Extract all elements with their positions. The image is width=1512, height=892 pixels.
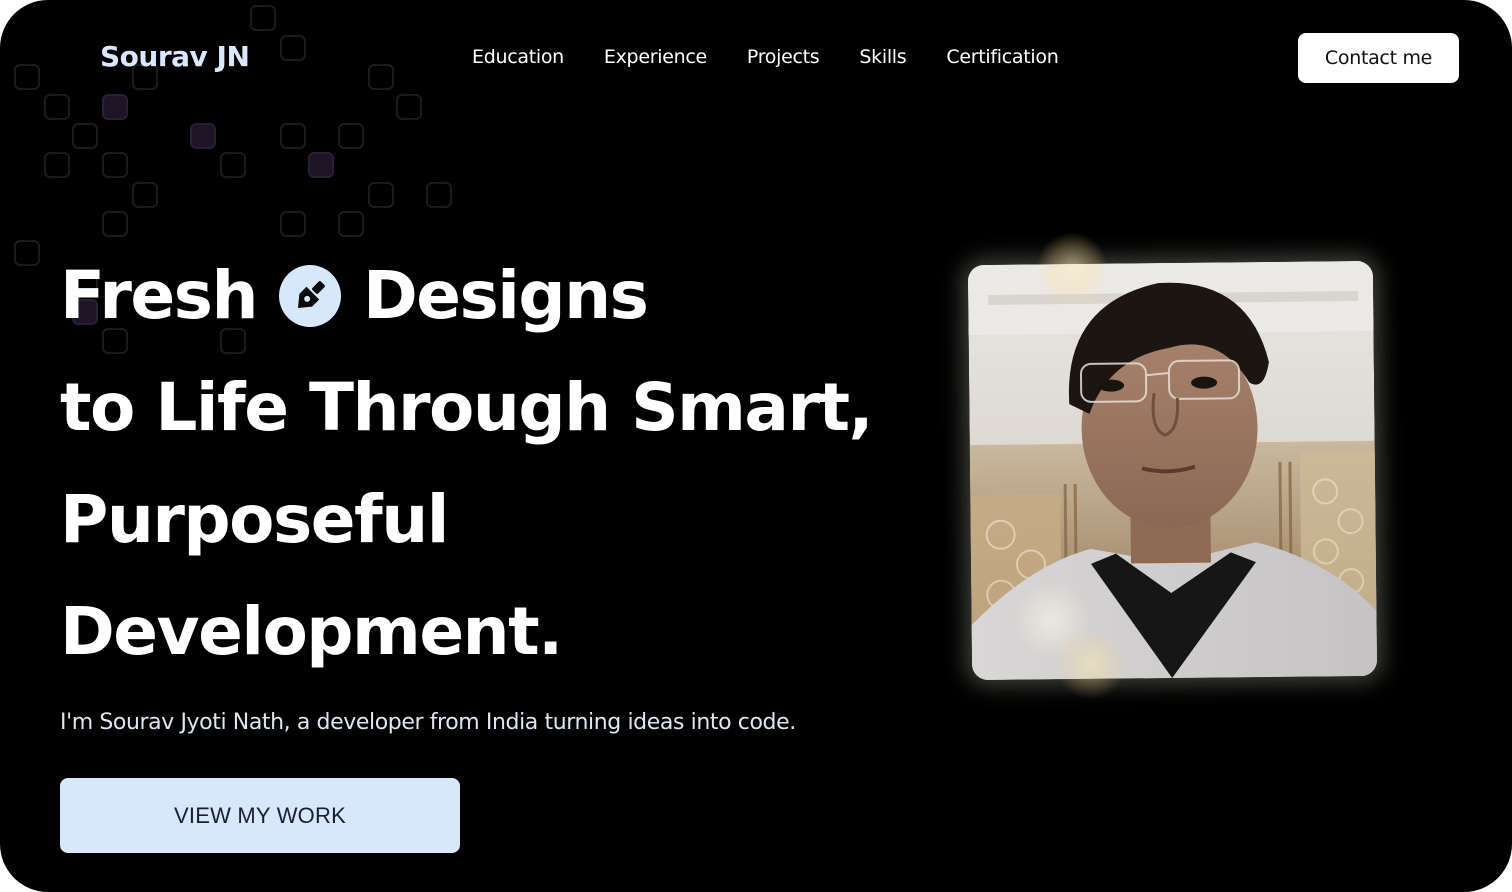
brand-logo[interactable]: Sourav JN (100, 40, 250, 73)
headline-line-2: to Life Through Smart, (60, 369, 874, 446)
headline-word-designs: Designs (362, 257, 649, 334)
main-nav: Education Experience Projects Skills Cer… (472, 46, 1059, 68)
nav-item-projects[interactable]: Projects (747, 46, 820, 68)
hero-headline: Fresh Designs to Life Through Smart, Pur… (60, 240, 874, 688)
headline-line-3: Purposeful (60, 481, 449, 558)
nav-item-experience[interactable]: Experience (604, 46, 707, 68)
view-my-work-button[interactable]: VIEW MY WORK (60, 778, 460, 853)
profile-photo-illustration (967, 260, 1378, 681)
pen-nib-icon (278, 265, 341, 327)
nav-item-certification[interactable]: Certification (946, 46, 1058, 68)
profile-photo (967, 260, 1378, 681)
nav-item-skills[interactable]: Skills (859, 46, 906, 68)
nav-item-education[interactable]: Education (472, 46, 564, 68)
headline-line-4: Development. (60, 593, 563, 670)
headline-word-fresh: Fresh (60, 257, 258, 334)
contact-me-button[interactable]: Contact me (1298, 33, 1459, 83)
headline-line-1: Fresh Designs (60, 240, 872, 352)
hero-tagline: I'm Sourav Jyoti Nath, a developer from … (60, 710, 796, 735)
page-frame: Sourav JN Education Experience Projects … (0, 0, 1512, 892)
